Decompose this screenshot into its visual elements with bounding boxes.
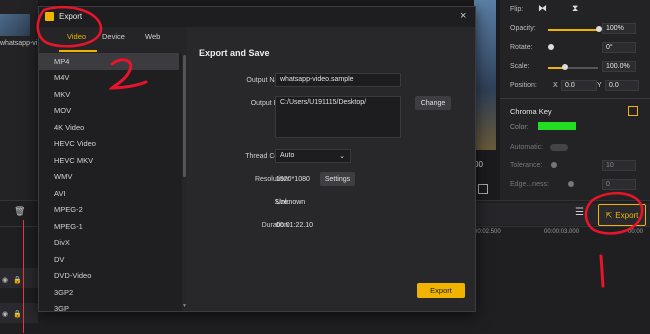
edge-label: Edge...ness: [510,181,549,188]
scale-label: Scale: [510,63,530,70]
automatic-toggle[interactable] [550,144,568,151]
format-item[interactable]: 3GP [39,301,179,311]
scale-slider[interactable] [548,67,598,69]
format-item[interactable]: MOV [39,103,179,120]
media-thumbnail[interactable] [0,14,30,36]
delete-icon[interactable]: 🗑 [14,206,25,217]
export-button[interactable]: Export [417,283,465,298]
pos-x-input[interactable]: 0.0 [561,80,597,91]
ruler-label-b: 00:00:03.000 [544,229,580,235]
tolerance-value[interactable]: 10 [602,160,636,171]
dialog-title: Export [59,12,83,21]
dialog-title-bar [39,7,475,27]
opacity-value[interactable]: 100% [602,23,636,34]
flip-horizontal-icon[interactable]: ⧓ [538,3,547,14]
automatic-label: Automatic: [510,144,544,151]
format-item[interactable]: 3GP2 [39,284,179,301]
position-label: Position: [510,82,537,89]
format-item[interactable]: MKV [39,86,179,103]
format-item[interactable]: MPEG-2 [39,202,179,219]
chroma-key-label: Chroma Key [510,107,552,116]
output-name-input[interactable]: whatsapp-video.sample [275,73,401,87]
tolerance-knob[interactable] [551,162,557,168]
format-list-scrollbar[interactable] [183,55,186,177]
divider [500,98,650,99]
rotate-value[interactable]: 0° [602,42,636,53]
format-item[interactable]: 4K Video [39,119,179,136]
tab-web[interactable]: Web [145,32,160,41]
format-item[interactable]: HEVC MKV [39,152,179,169]
settings-sliders-icon[interactable]: ☰ [575,207,584,218]
resolution-value: 1920*1080 [276,176,310,183]
chevron-down-icon: ⌄ [339,153,345,160]
pos-y-input[interactable]: 0.0 [605,80,639,91]
fullscreen-icon[interactable] [478,184,488,194]
ruler-label-c: 00:00 [628,229,644,235]
flip-label: Flip: [510,6,524,13]
output-path-input[interactable]: C:/Users/U191115/Desktop/ [275,96,401,138]
eye-icon-2[interactable]: ◉ [2,310,8,318]
edge-value[interactable]: 0 [602,179,636,190]
color-label: Color: [510,124,529,131]
settings-button[interactable]: Settings [320,172,355,186]
eye-icon[interactable]: ◉ [2,276,8,284]
size-value: Unknown [276,199,306,206]
thread-count-select[interactable]: Auto ⌄ [275,149,351,163]
section-title: Export and Save [199,48,270,58]
chroma-color-swatch[interactable] [538,122,576,130]
active-tab-indicator [59,50,97,52]
pos-x-label: X [553,82,558,89]
format-item[interactable]: WMV [39,169,179,186]
playhead[interactable] [23,220,24,333]
edge-knob[interactable] [568,181,574,187]
tab-device[interactable]: Device [102,32,125,41]
format-list: MP4 M4V MKV MOV 4K Video HEVC Video HEVC… [39,53,187,311]
format-item[interactable]: M4V [39,70,179,87]
media-thumbnail-label: whatsapp-vi... [0,40,44,47]
format-item[interactable]: DVD-Video [39,268,179,285]
format-item[interactable]: MPEG-1 [39,218,179,235]
flip-vertical-icon[interactable]: ⧗ [572,3,578,14]
format-item[interactable]: AVI [39,185,179,202]
rotate-label: Rotate: [510,44,533,51]
change-button[interactable]: Change [415,96,451,110]
main-export-button[interactable]: ⇱ Export [598,204,646,226]
ruler-label-a: 00:02.500 [474,229,501,235]
export-dialog: Export × Video Device Web MP4 M4V MKV MO… [38,6,476,312]
export-settings-pane [187,27,475,311]
rotate-knob[interactable] [548,44,554,50]
export-icon: ⇱ [605,210,613,220]
scale-slider-knob[interactable] [562,64,568,70]
main-export-label: Export [615,210,639,220]
opacity-label: Opacity: [510,25,536,32]
chroma-key-checkbox[interactable] [628,106,638,116]
duration-value: 00:01:22.10 [276,222,313,229]
format-item[interactable]: DivX [39,235,179,252]
format-item[interactable]: DV [39,251,179,268]
pos-y-label: Y [597,82,602,89]
tolerance-label: Tolerance: [510,162,543,169]
thread-count-value: Auto [280,152,295,159]
lock-icon[interactable]: 🔒 [13,276,22,284]
lock-icon-2[interactable]: 🔒 [13,310,22,318]
app-logo-icon [45,12,54,21]
scale-value[interactable]: 100.0% [602,61,636,72]
format-item[interactable]: HEVC Video [39,136,179,153]
opacity-slider[interactable] [548,29,598,31]
close-icon[interactable]: × [460,10,466,22]
preview-video [474,0,496,150]
format-item[interactable]: MP4 [39,53,179,70]
tab-video[interactable]: Video [67,32,86,41]
